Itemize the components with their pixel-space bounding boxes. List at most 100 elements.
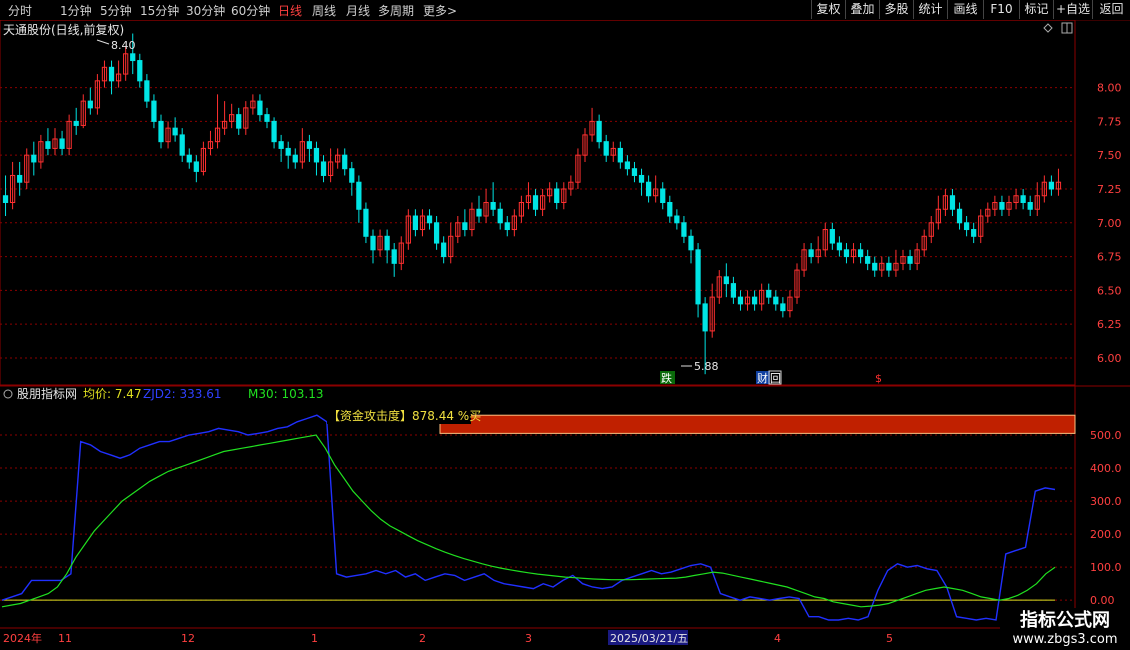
tab-multi-period[interactable]: 多周期 — [378, 2, 414, 19]
candle-body — [257, 100, 263, 116]
candle — [539, 188, 546, 217]
candle — [568, 175, 574, 196]
candle — [243, 101, 249, 135]
candle — [532, 188, 539, 217]
candle — [554, 182, 560, 210]
candle-body — [674, 215, 680, 224]
candle — [638, 168, 645, 196]
candle — [377, 229, 383, 257]
candle-body — [773, 296, 779, 305]
candle — [949, 188, 956, 217]
candle-body — [320, 161, 327, 176]
candle — [737, 290, 744, 311]
price-tick-label: 6.50 — [1097, 284, 1122, 297]
f10-button[interactable]: F10 — [983, 0, 1019, 19]
fall-marker: 跌 — [661, 371, 672, 385]
candle — [589, 107, 595, 142]
candle — [723, 263, 729, 298]
candle — [221, 101, 228, 135]
candle — [1020, 188, 1026, 210]
tab-monthly[interactable]: 月线 — [346, 2, 370, 19]
candle-body — [907, 256, 913, 264]
candle — [94, 74, 101, 115]
candle — [320, 155, 327, 183]
candle — [645, 175, 652, 203]
candle — [80, 94, 86, 129]
back-button[interactable]: 返回 — [1092, 0, 1130, 19]
candle-body — [617, 147, 623, 163]
candle — [829, 222, 835, 250]
candle — [384, 229, 390, 264]
candle-body — [532, 195, 539, 210]
candle-body — [681, 222, 687, 237]
zjd2-line — [1, 414, 1056, 621]
candle — [405, 209, 411, 250]
candle — [872, 256, 878, 277]
candle — [52, 128, 58, 156]
candle — [433, 216, 440, 250]
candle-body — [391, 249, 397, 264]
tab-30min[interactable]: 30分钟 — [186, 2, 225, 19]
candle — [744, 290, 751, 311]
tab-1min[interactable]: 1分钟 — [60, 2, 92, 19]
candle — [17, 161, 23, 196]
zjd2-label: ZJD2: 333.61 — [143, 387, 221, 401]
tab-60min[interactable]: 60分钟 — [231, 2, 270, 19]
candle-body — [751, 296, 758, 305]
candle-body — [737, 296, 744, 305]
price-tick-label: 7.50 — [1097, 149, 1122, 162]
statistics-button[interactable]: 统计 — [913, 0, 947, 19]
candle-body — [236, 114, 242, 129]
draw-line-button[interactable]: 画线 — [947, 0, 983, 19]
candle — [935, 195, 941, 230]
candle — [299, 128, 305, 169]
candle — [709, 283, 715, 338]
candle — [857, 243, 864, 264]
tab-weekly[interactable]: 周线 — [312, 2, 336, 19]
candle-body — [144, 80, 150, 102]
candle — [412, 209, 419, 237]
mark-button[interactable]: 标记 — [1019, 0, 1053, 19]
tab-daily[interactable]: 日线 — [278, 2, 302, 19]
candle — [207, 130, 214, 156]
indicator-tick-labels: 500.0 400.0 300.0 200.0 100.0 0.00 — [1090, 429, 1122, 607]
candle — [469, 202, 475, 237]
diamond-icon[interactable] — [1043, 23, 1053, 33]
candle-body — [271, 120, 277, 143]
settings-icon[interactable] — [3, 389, 13, 399]
repurchase-marker: 回 — [770, 372, 781, 385]
add-watchlist-button[interactable]: +自选 — [1053, 0, 1092, 19]
tab-intraday[interactable]: 分时 — [8, 2, 32, 19]
candle — [151, 94, 157, 129]
candle — [843, 243, 850, 264]
restore-rights-button[interactable]: 复权 — [811, 0, 845, 19]
candlestick-series — [2, 33, 1062, 375]
price-tick-label: 6.00 — [1097, 352, 1122, 365]
candle-body — [490, 202, 496, 210]
indicator-name[interactable]: 股朋指标网 — [17, 386, 77, 401]
candle — [582, 128, 588, 162]
indicator-tick-label: 100.0 — [1090, 561, 1122, 574]
candle-body — [780, 303, 786, 312]
tab-more[interactable]: 更多> — [423, 2, 457, 19]
candle-body — [843, 249, 850, 258]
candle — [928, 216, 934, 244]
candle — [186, 148, 192, 169]
m30-label: M30: 103.13 — [248, 387, 323, 401]
candle — [356, 175, 362, 223]
dollar-marker[interactable]: $ — [875, 372, 882, 385]
date-label-feb: 2 — [419, 632, 426, 645]
candle — [1055, 168, 1062, 196]
candle-body — [73, 120, 79, 126]
multi-stock-button[interactable]: 多股 — [879, 0, 913, 19]
overlay-button[interactable]: 叠加 — [845, 0, 879, 19]
candle — [956, 202, 963, 230]
candle-body — [872, 262, 878, 271]
candle — [985, 202, 991, 223]
candle — [455, 216, 461, 244]
candle-body — [172, 127, 178, 136]
tab-15min[interactable]: 15分钟 — [140, 2, 179, 19]
date-label-jan: 1 — [311, 632, 318, 645]
tab-5min[interactable]: 5分钟 — [100, 2, 132, 19]
candle — [716, 270, 722, 304]
